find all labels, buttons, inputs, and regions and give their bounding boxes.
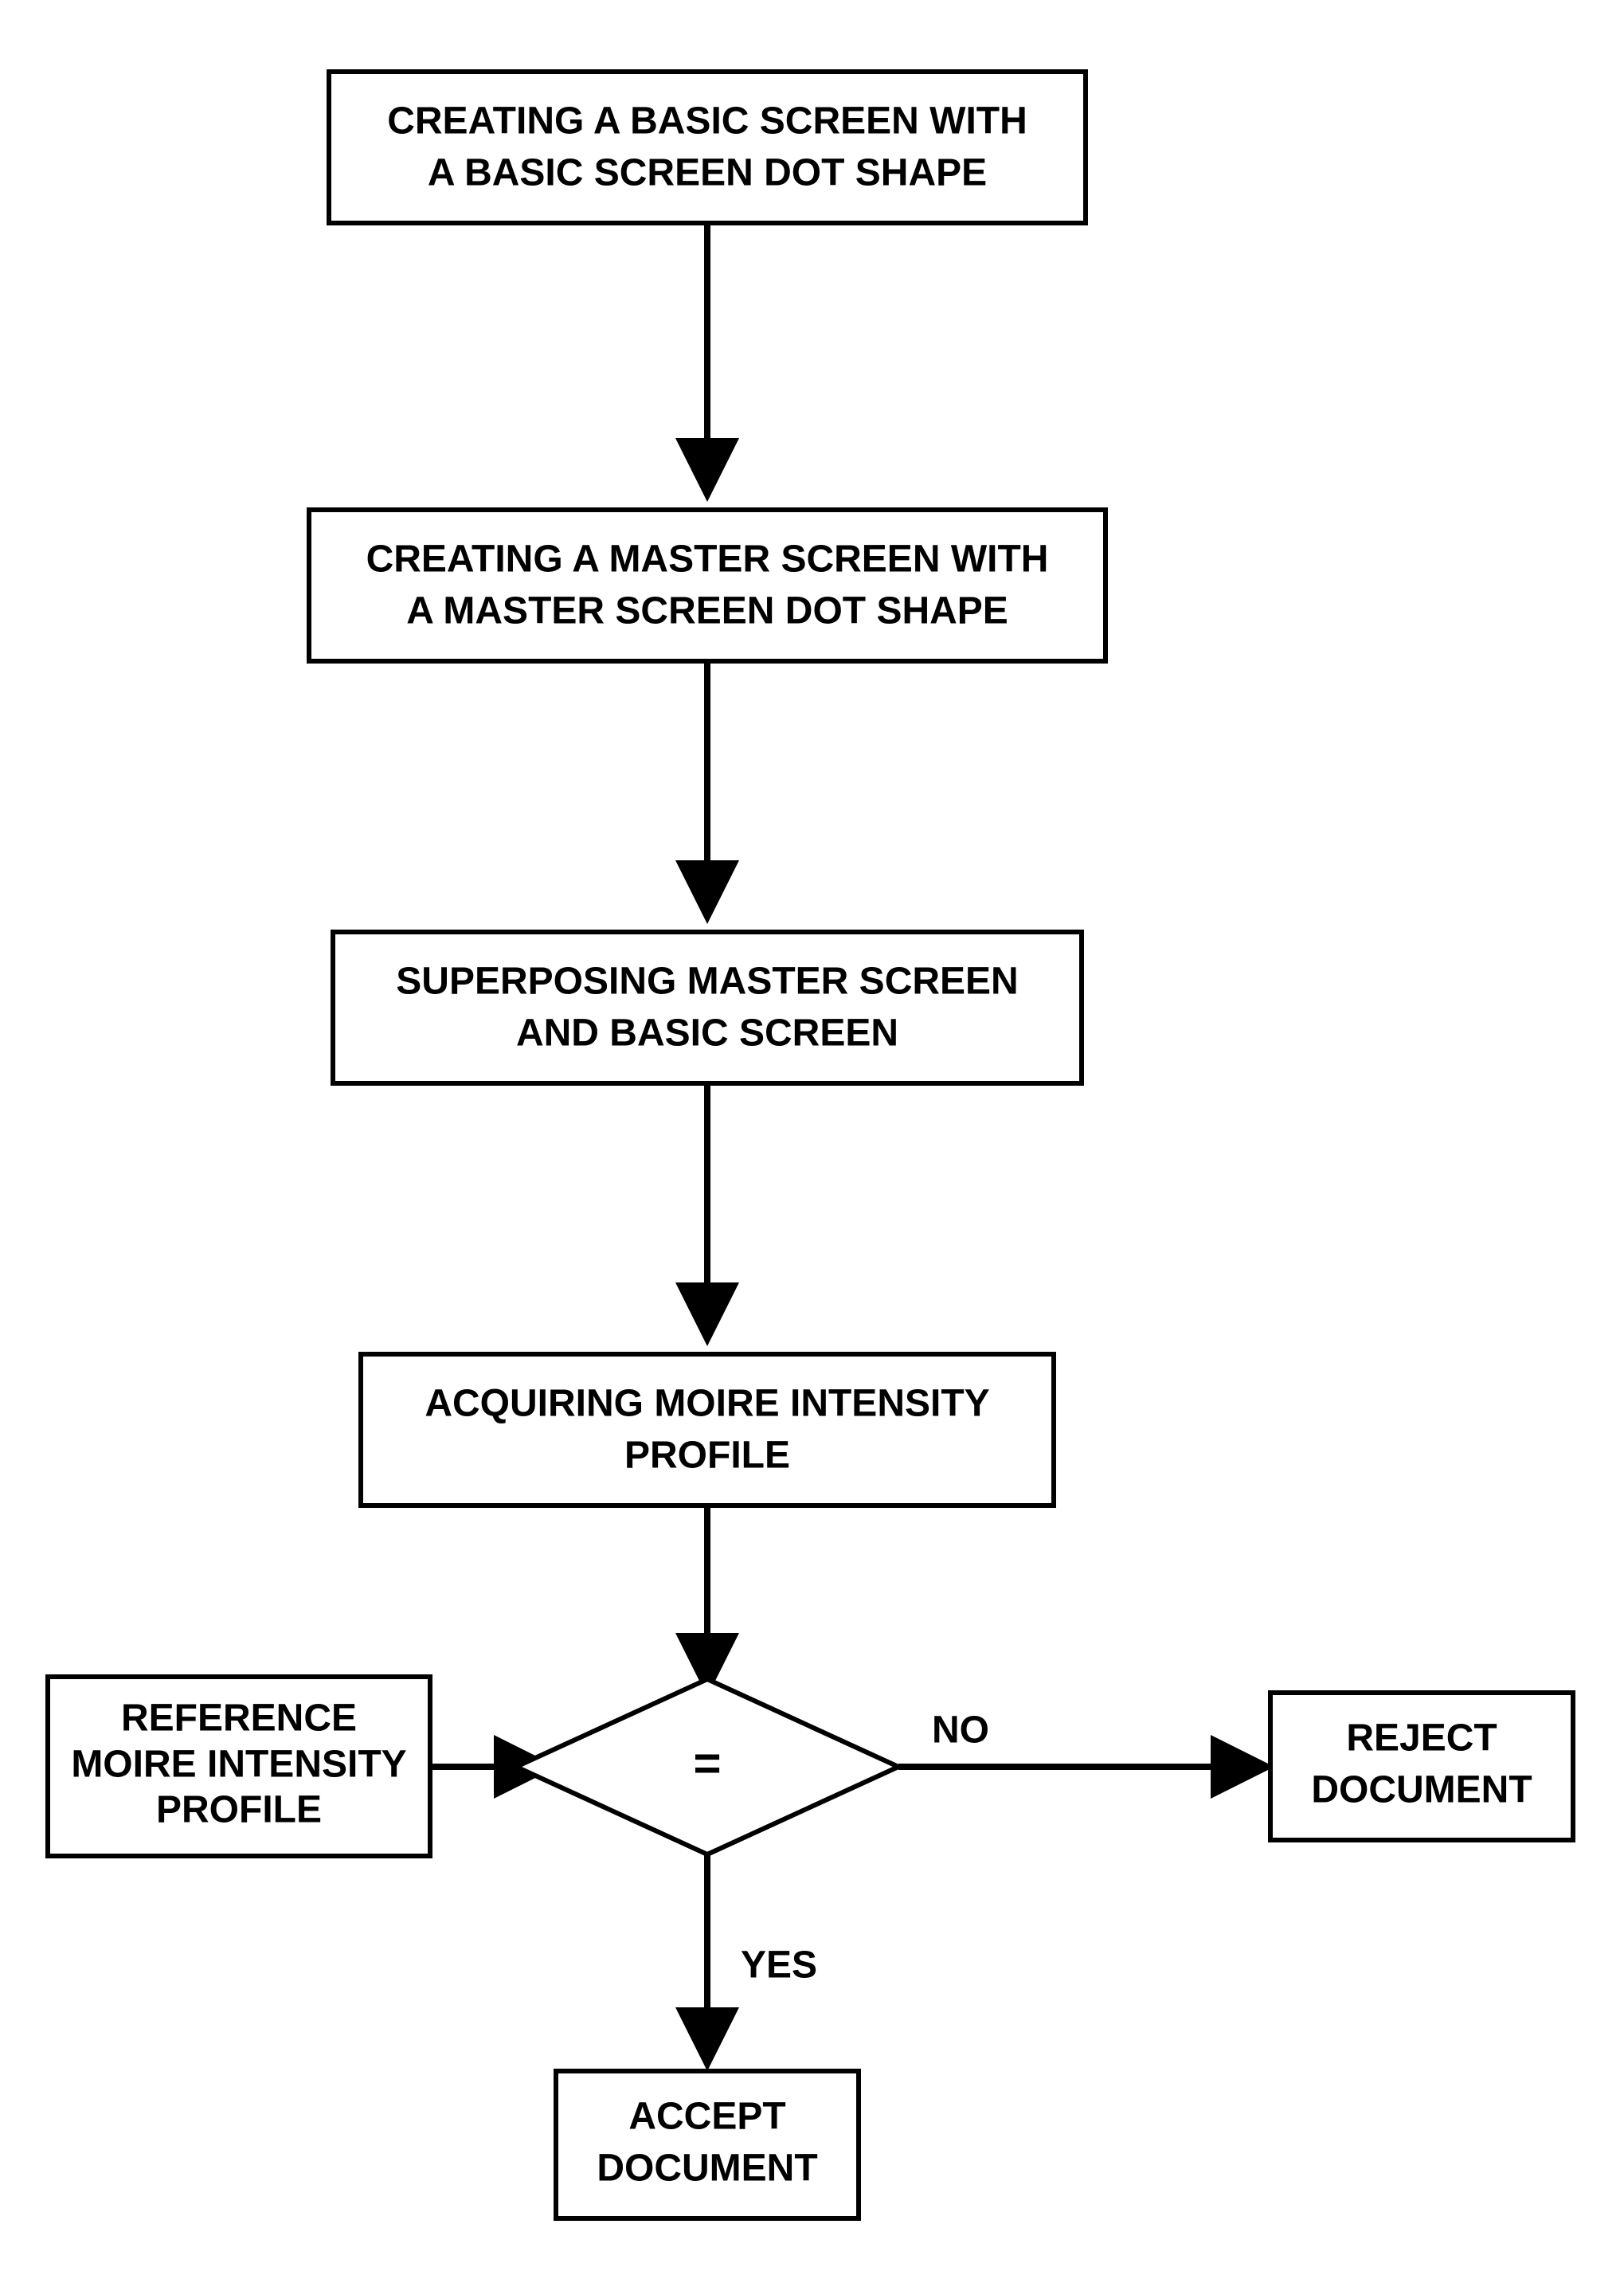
flowchart-diagram: CREATING A BASIC SCREEN WITH A BASIC SCR… [0, 0, 1624, 2271]
step4-line1: ACQUIRING MOIRE INTENSITY [425, 1383, 989, 1425]
step-acquiring-moire [361, 1354, 1054, 1506]
step-superposing [333, 932, 1082, 1083]
reject-line1: REJECT [1346, 1717, 1497, 1760]
step1-line1: CREATING A BASIC SCREEN WITH [387, 100, 1027, 143]
edge-label-no: NO [932, 1709, 989, 1752]
step4-line2: PROFILE [624, 1435, 790, 1477]
node-reject-document [1270, 1693, 1573, 1840]
decision-symbol: = [693, 1737, 721, 1790]
step1-line2: A BASIC SCREEN DOT SHAPE [428, 152, 987, 194]
ref-line1: REFERENCE [121, 1697, 357, 1740]
step3-line2: AND BASIC SCREEN [516, 1012, 898, 1055]
edge-label-yes: YES [741, 1944, 817, 1987]
node-accept-document [556, 2071, 859, 2218]
ref-line3: PROFILE [156, 1789, 322, 1831]
accept-line1: ACCEPT [628, 2096, 785, 2138]
step2-line2: A MASTER SCREEN DOT SHAPE [406, 590, 1008, 632]
step-create-master-screen [309, 510, 1105, 661]
step-create-basic-screen [329, 72, 1086, 223]
ref-line2: MOIRE INTENSITY [71, 1744, 406, 1786]
reject-line2: DOCUMENT [1311, 1769, 1532, 1811]
step2-line1: CREATING A MASTER SCREEN WITH [366, 538, 1049, 581]
step3-line1: SUPERPOSING MASTER SCREEN [396, 961, 1018, 1003]
accept-line2: DOCUMENT [597, 2148, 817, 2190]
